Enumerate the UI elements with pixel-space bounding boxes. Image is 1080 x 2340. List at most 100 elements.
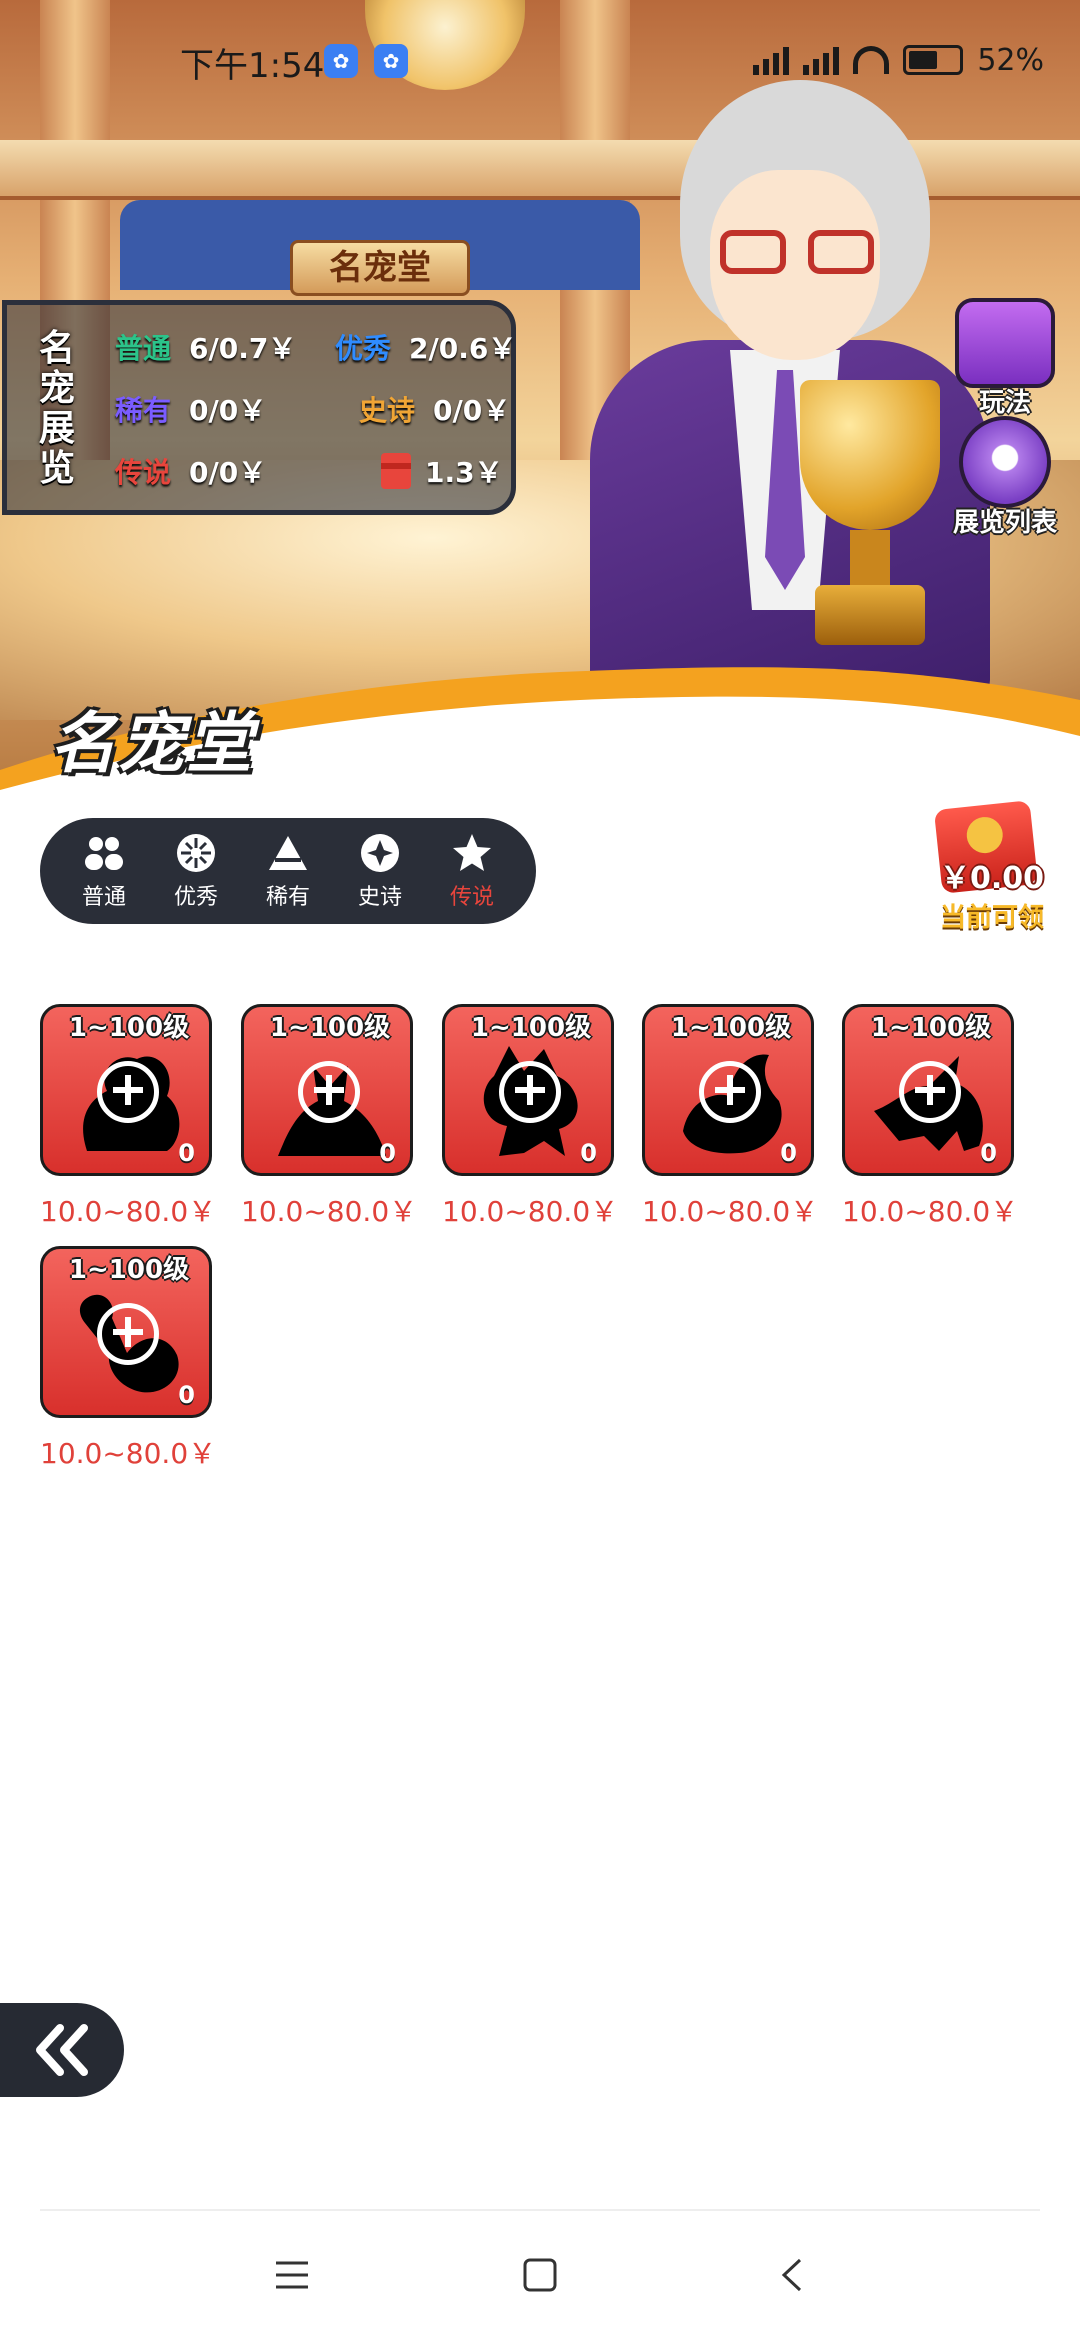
rarity-value: 0/0￥ bbox=[433, 394, 511, 427]
rules-label: 玩法 bbox=[978, 388, 1031, 418]
triangle-icon bbox=[266, 831, 310, 875]
pet-count: 0 bbox=[980, 1139, 997, 1167]
tab-rare[interactable]: 稀有 bbox=[242, 818, 334, 924]
bow-mascot-icon bbox=[959, 416, 1051, 508]
tab-label: 优秀 bbox=[173, 885, 218, 910]
rarity-value: 6/0.7￥ bbox=[189, 332, 297, 365]
back-nav-button[interactable] bbox=[762, 2245, 822, 2305]
tab-epic[interactable]: 史诗 bbox=[334, 818, 426, 924]
pet-count: 0 bbox=[780, 1139, 797, 1167]
home-nav-button[interactable] bbox=[510, 2245, 570, 2305]
pet-slot[interactable]: 1~100级 0 10.0~80.0￥ bbox=[442, 1004, 619, 1230]
menu-nav-button[interactable] bbox=[262, 2245, 322, 2305]
rarity-tabs: 普通 优秀 稀有 史诗 传说 bbox=[40, 818, 536, 924]
star-icon bbox=[450, 831, 494, 875]
system-nav-bar bbox=[0, 2215, 1080, 2335]
add-icon bbox=[97, 1061, 159, 1123]
wifi-icon bbox=[853, 46, 890, 74]
tab-excellent[interactable]: 优秀 bbox=[150, 818, 242, 924]
rarity-name: 传说 bbox=[115, 456, 172, 489]
game-console-icon bbox=[955, 298, 1055, 388]
exhibition-row-rare: 稀有 0/0￥ bbox=[115, 389, 266, 429]
pet-level: 1~100级 bbox=[68, 1255, 190, 1285]
add-icon bbox=[899, 1061, 961, 1123]
rarity-value: 2/0.6￥ bbox=[409, 332, 517, 365]
app-screen: 名宠堂 下午1:54 ✿ ✿ 52% 名宠展览 普通 6/0.7￥ 优秀 2/0… bbox=[0, 0, 1080, 2340]
pet-level: 1~100级 bbox=[670, 1013, 792, 1043]
pet-count: 0 bbox=[178, 1139, 195, 1167]
pet-level: 1~100级 bbox=[870, 1013, 992, 1043]
exhibition-row-excellent: 优秀 2/0.6￥ bbox=[335, 327, 516, 367]
rarity-name: 史诗 bbox=[359, 394, 416, 427]
pet-price: 10.0~80.0￥ bbox=[40, 1195, 217, 1228]
rarity-name: 普通 bbox=[115, 332, 172, 365]
pet-price: 10.0~80.0￥ bbox=[40, 1437, 217, 1470]
pet-slot[interactable]: 1~100级 0 10.0~80.0￥ bbox=[241, 1004, 418, 1230]
pet-count: 0 bbox=[379, 1139, 396, 1167]
claimable-reward-button[interactable]: ￥0.00 当前可领 bbox=[928, 800, 1048, 935]
pet-level: 1~100级 bbox=[68, 1013, 190, 1043]
rarity-value: 0/0￥ bbox=[189, 456, 267, 489]
add-icon bbox=[499, 1061, 561, 1123]
signal-icon bbox=[803, 45, 840, 75]
exhibition-row-common: 普通 6/0.7￥ bbox=[115, 327, 296, 367]
nav-divider bbox=[40, 2209, 1040, 2211]
add-icon bbox=[298, 1061, 360, 1123]
tab-label: 传说 bbox=[449, 885, 494, 910]
pet-card[interactable]: 1~100级 0 bbox=[241, 1004, 413, 1176]
pet-price: 10.0~80.0￥ bbox=[842, 1195, 1019, 1228]
baidu-paw-icon: ✿ bbox=[374, 44, 408, 78]
burst-icon bbox=[174, 831, 218, 875]
status-time: 下午1:54 bbox=[180, 46, 325, 86]
red-packet-icon bbox=[381, 453, 411, 489]
baidu-paw-icon: ✿ bbox=[324, 44, 358, 78]
tab-legend[interactable]: 传说 bbox=[426, 818, 518, 924]
pet-slot[interactable]: 1~100级 0 10.0~80.0￥ bbox=[642, 1004, 819, 1230]
pet-card[interactable]: 1~100级 0 bbox=[842, 1004, 1014, 1176]
pet-price: 10.0~80.0￥ bbox=[642, 1195, 819, 1228]
back-chevron-icon bbox=[781, 2258, 802, 2292]
add-icon bbox=[97, 1303, 159, 1365]
battery-icon bbox=[903, 45, 964, 75]
pet-level: 1~100级 bbox=[470, 1013, 592, 1043]
sparkle-icon bbox=[358, 831, 402, 875]
tab-common[interactable]: 普通 bbox=[58, 818, 150, 924]
menu-icon bbox=[276, 2261, 308, 2289]
rarity-name: 稀有 bbox=[115, 394, 172, 427]
pet-count: 0 bbox=[580, 1139, 597, 1167]
rules-button[interactable]: 玩法 bbox=[940, 298, 1070, 419]
tab-label: 稀有 bbox=[265, 885, 310, 910]
pet-price: 10.0~80.0￥ bbox=[241, 1195, 418, 1228]
add-icon bbox=[699, 1061, 761, 1123]
exhibition-bonus: 1.3￥ bbox=[381, 451, 503, 491]
tab-label: 史诗 bbox=[357, 885, 402, 910]
collapse-drawer-button[interactable] bbox=[0, 2003, 124, 2097]
pet-slot[interactable]: 1~100级 0 10.0~80.0￥ bbox=[842, 1004, 1019, 1230]
double-chevron-left-icon bbox=[36, 2024, 88, 2076]
exhibition-row-epic: 史诗 0/0￥ bbox=[359, 389, 510, 429]
pet-card[interactable]: 1~100级 0 bbox=[442, 1004, 614, 1176]
exhibition-panel: 名宠展览 普通 6/0.7￥ 优秀 2/0.6￥ 稀有 0/0￥ 史诗 0/0￥… bbox=[2, 300, 516, 515]
home-square-icon bbox=[523, 2258, 557, 2292]
exhibition-row-legend: 传说 0/0￥ bbox=[115, 451, 266, 491]
status-indicators: 52% bbox=[753, 40, 1044, 80]
tab-label: 普通 bbox=[81, 885, 126, 910]
pet-card[interactable]: 1~100级 0 bbox=[40, 1246, 212, 1418]
signal-icon bbox=[753, 45, 790, 75]
people-icon bbox=[82, 831, 126, 875]
pet-level: 1~100级 bbox=[269, 1013, 391, 1043]
status-bar: 下午1:54 ✿ ✿ 52% bbox=[0, 0, 1080, 110]
battery-percent: 52% bbox=[977, 42, 1044, 78]
rarity-value: 0/0￥ bbox=[189, 394, 267, 427]
pet-card[interactable]: 1~100级 0 bbox=[40, 1004, 212, 1176]
bonus-value: 1.3￥ bbox=[425, 456, 503, 489]
pet-card[interactable]: 1~100级 0 bbox=[642, 1004, 814, 1176]
pet-slot[interactable]: 1~100级 0 10.0~80.0￥ bbox=[40, 1004, 217, 1230]
trophy-image bbox=[790, 380, 950, 670]
pet-price: 10.0~80.0￥ bbox=[442, 1195, 619, 1228]
pet-count: 0 bbox=[178, 1381, 195, 1409]
exhibition-title: 名宠展览 bbox=[38, 328, 75, 489]
exhibit-list-button[interactable]: 展览列表 bbox=[940, 416, 1070, 539]
pet-slot[interactable]: 1~100级 0 10.0~80.0￥ bbox=[40, 1246, 217, 1472]
hall-sign: 名宠堂 bbox=[290, 240, 470, 296]
